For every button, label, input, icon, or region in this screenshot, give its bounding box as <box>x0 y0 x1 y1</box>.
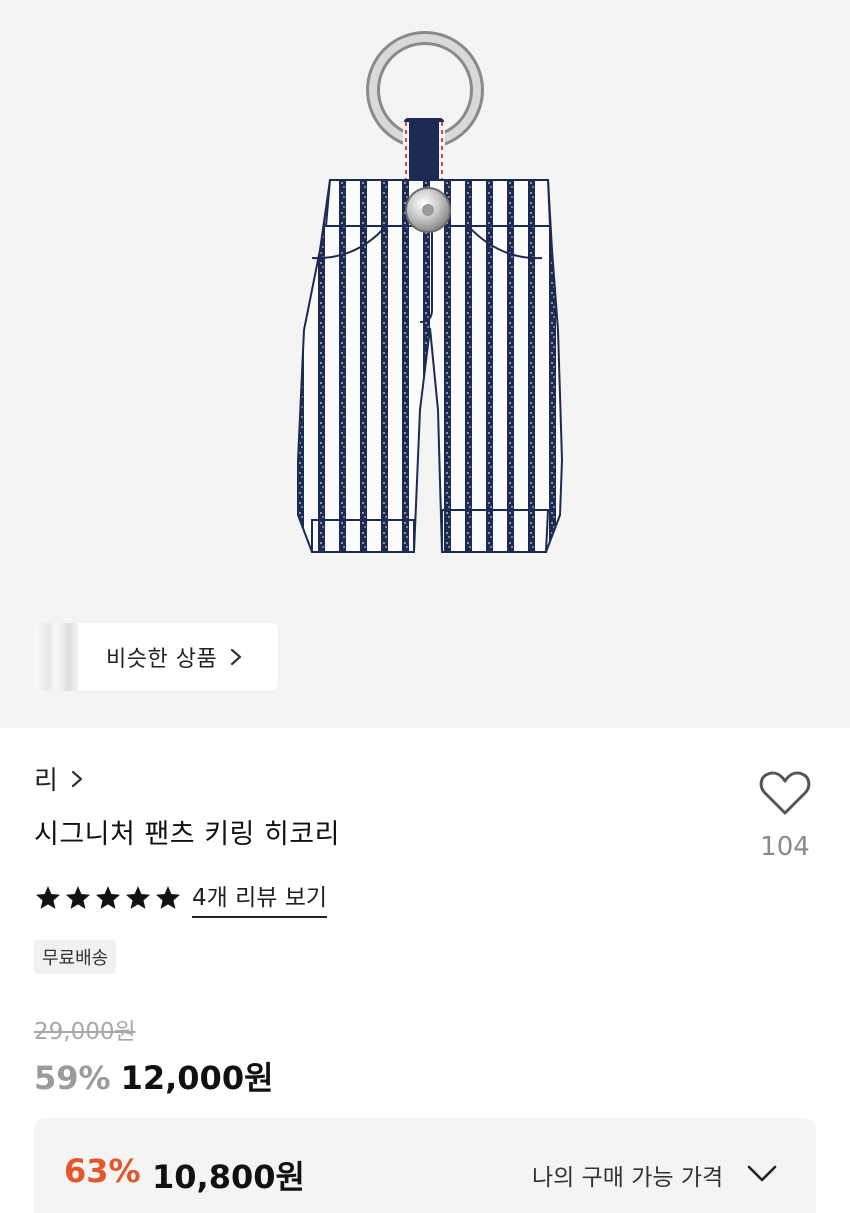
star-icon <box>35 886 61 909</box>
my-discount-rate: 63% <box>64 1152 141 1190</box>
star-rating <box>34 884 182 912</box>
star-icon <box>95 886 121 909</box>
product-image <box>297 31 564 553</box>
similar-products-label: 비슷한 상품 <box>106 647 218 672</box>
like-count: 104 <box>760 832 810 862</box>
similar-products-control[interactable]: 비슷한 상품 <box>34 623 278 691</box>
brand-name: 리 <box>34 766 58 796</box>
heart-outline-icon <box>759 771 811 815</box>
like-button[interactable]: 104 <box>752 768 818 862</box>
similar-products-button[interactable]: 비슷한 상품 <box>78 623 278 691</box>
star-icon <box>125 886 151 909</box>
chevron-right-icon <box>231 648 242 666</box>
chevron-down-icon <box>747 1165 777 1182</box>
discount-rate: 59% <box>34 1059 111 1097</box>
price-row: 59% 12,000원 <box>34 1053 274 1099</box>
sale-price: 12,000원 <box>120 1059 274 1097</box>
my-price-label: 나의 구매 가능 가격 <box>532 1165 724 1191</box>
free-shipping-badge: 무료배송 <box>34 940 117 974</box>
brand-link[interactable]: 리 <box>34 760 84 797</box>
rating-row: 4개 리뷰 보기 <box>34 878 328 918</box>
chevron-right-icon <box>71 770 83 787</box>
product-image-area[interactable]: 비슷한 상품 <box>0 0 850 728</box>
star-icon <box>155 886 181 909</box>
star-icon <box>65 886 91 909</box>
product-title: 시그니처 팬츠 키링 히코리 <box>34 819 340 850</box>
original-price: 29,000원 <box>34 1019 136 1045</box>
similar-product-thumbnail[interactable] <box>34 623 78 691</box>
my-price-dropdown[interactable]: 63% 10,800원 나의 구매 가능 가격 <box>34 1118 816 1213</box>
my-sale-price: 10,800원 <box>152 1158 305 1196</box>
reviews-link[interactable]: 4개 리뷰 보기 <box>192 878 328 918</box>
